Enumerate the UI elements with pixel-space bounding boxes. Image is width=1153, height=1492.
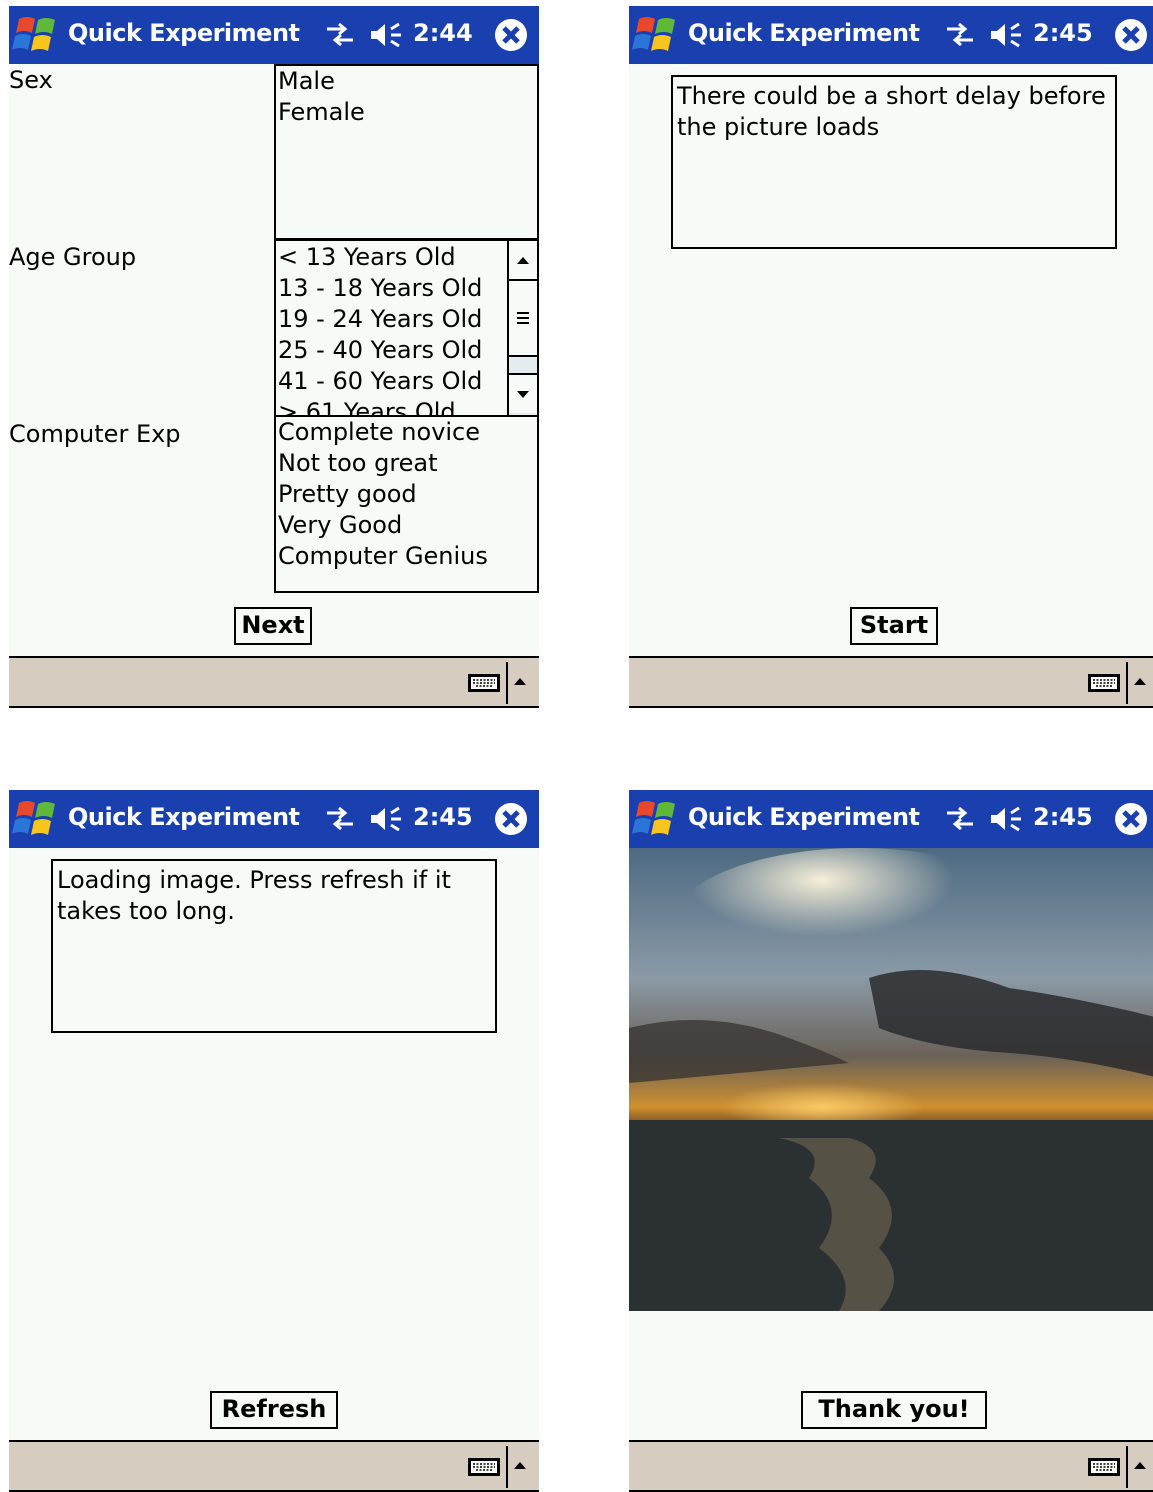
list-item[interactable]: Pretty good	[276, 479, 537, 510]
speaker-icon[interactable]	[369, 21, 403, 49]
content-area: Loading image. Press refresh if it takes…	[9, 848, 539, 1440]
app-title: Quick Experiment	[68, 19, 300, 47]
separator	[1126, 1446, 1128, 1488]
clock[interactable]: 2:45	[1033, 803, 1093, 831]
start-button[interactable]: Start	[850, 607, 938, 645]
clock[interactable]: 2:45	[413, 803, 473, 831]
screen-image: Quick Experiment 2:45 Thank you!	[629, 790, 1153, 1492]
list-item[interactable]: < 13 Years Old	[276, 242, 537, 273]
keyboard-icon[interactable]	[1087, 1457, 1121, 1477]
list-item[interactable]: 19 - 24 Years Old	[276, 304, 537, 335]
menu-bar	[9, 656, 539, 708]
keyboard-icon[interactable]	[1087, 673, 1121, 693]
sex-listbox[interactable]: Male Female	[274, 64, 539, 240]
sip-arrow-icon[interactable]	[513, 1460, 527, 1470]
connectivity-icon[interactable]	[325, 21, 355, 49]
scrollbar[interactable]	[507, 241, 537, 415]
next-button[interactable]: Next	[234, 607, 312, 645]
message-box: There could be a short delay before the …	[671, 75, 1117, 249]
age-group-listbox[interactable]: < 13 Years Old 13 - 18 Years Old 19 - 24…	[274, 239, 539, 417]
clock[interactable]: 2:44	[413, 19, 473, 47]
title-bar: Quick Experiment 2:45	[9, 790, 539, 848]
connectivity-icon[interactable]	[945, 805, 975, 833]
sip-arrow-icon[interactable]	[1133, 676, 1147, 686]
app-title: Quick Experiment	[68, 803, 300, 831]
scroll-up-button[interactable]	[509, 241, 537, 281]
speaker-icon[interactable]	[989, 21, 1023, 49]
thank-you-button[interactable]: Thank you!	[801, 1391, 987, 1429]
speaker-icon[interactable]	[369, 805, 403, 833]
message-box: Loading image. Press refresh if it takes…	[51, 859, 497, 1033]
list-item[interactable]: 41 - 60 Years Old	[276, 366, 537, 397]
menu-bar	[629, 1440, 1153, 1492]
keyboard-icon[interactable]	[467, 1457, 501, 1477]
close-icon[interactable]	[494, 802, 528, 836]
scroll-down-icon	[517, 391, 529, 398]
scroll-up-icon	[517, 257, 529, 264]
speaker-icon[interactable]	[989, 805, 1023, 833]
list-item[interactable]: Male	[276, 66, 537, 97]
content-area: Sex Male Female Age Group < 13 Years Old…	[9, 64, 539, 656]
screen-survey: Quick Experiment 2:44 Sex Male Female Ag…	[9, 6, 539, 708]
title-bar: Quick Experiment 2:45	[629, 6, 1153, 64]
age-group-label: Age Group	[9, 243, 137, 271]
sip-arrow-icon[interactable]	[1133, 1460, 1147, 1470]
separator	[506, 662, 508, 704]
app-title: Quick Experiment	[688, 803, 920, 831]
windows-start-flag-icon[interactable]	[11, 13, 61, 57]
list-item[interactable]: Not too great	[276, 448, 537, 479]
close-icon[interactable]	[494, 18, 528, 52]
keyboard-icon[interactable]	[467, 673, 501, 693]
app-title: Quick Experiment	[688, 19, 920, 47]
list-item[interactable]: 13 - 18 Years Old	[276, 273, 537, 304]
separator	[506, 1446, 508, 1488]
menu-bar	[9, 1440, 539, 1492]
windows-start-flag-icon[interactable]	[11, 797, 61, 841]
refresh-button[interactable]: Refresh	[210, 1391, 338, 1429]
computer-exp-label: Computer Exp	[9, 420, 181, 448]
sip-arrow-icon[interactable]	[513, 676, 527, 686]
grip-icon	[517, 312, 529, 324]
title-bar: Quick Experiment 2:44	[9, 6, 539, 64]
computer-exp-listbox[interactable]: Complete novice Not too great Pretty goo…	[274, 415, 539, 593]
list-item[interactable]: Female	[276, 97, 537, 128]
sex-label: Sex	[9, 66, 53, 94]
content-area: Thank you!	[629, 848, 1153, 1440]
connectivity-icon[interactable]	[945, 21, 975, 49]
windows-start-flag-icon[interactable]	[631, 797, 681, 841]
scroll-thumb[interactable]	[509, 281, 537, 357]
content-area: There could be a short delay before the …	[629, 64, 1153, 656]
scroll-down-button[interactable]	[509, 373, 537, 413]
windows-start-flag-icon[interactable]	[631, 13, 681, 57]
menu-bar	[629, 656, 1153, 708]
separator	[1126, 662, 1128, 704]
list-item[interactable]: Complete novice	[276, 417, 537, 448]
title-bar: Quick Experiment 2:45	[629, 790, 1153, 848]
list-item[interactable]: Computer Genius	[276, 541, 537, 572]
sunset-photo	[629, 848, 1153, 1311]
close-icon[interactable]	[1114, 802, 1148, 836]
list-item[interactable]: Very Good	[276, 510, 537, 541]
list-item[interactable]: > 61 Years Old	[276, 397, 537, 415]
screen-intro: Quick Experiment 2:45 There could be a s…	[629, 6, 1153, 708]
screen-loading: Quick Experiment 2:45 Loading image. Pre…	[9, 790, 539, 1492]
clock[interactable]: 2:45	[1033, 19, 1093, 47]
connectivity-icon[interactable]	[325, 805, 355, 833]
list-item[interactable]: 25 - 40 Years Old	[276, 335, 537, 366]
close-icon[interactable]	[1114, 18, 1148, 52]
